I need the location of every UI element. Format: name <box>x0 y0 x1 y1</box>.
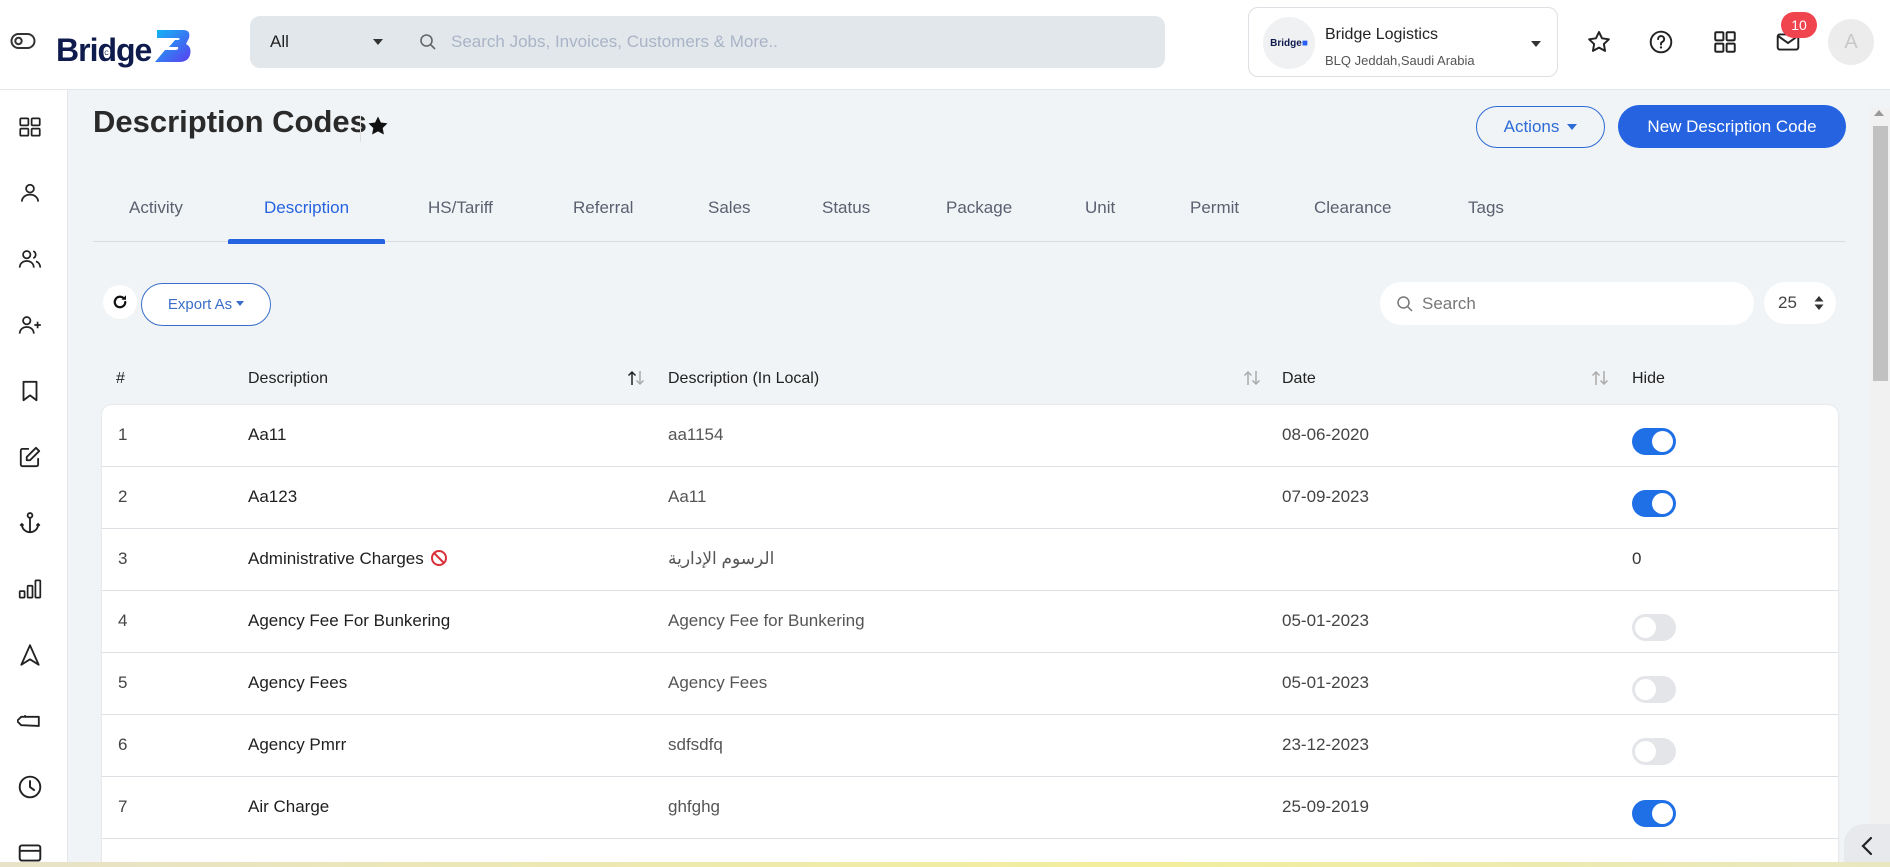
sidebar-item-users[interactable] <box>17 246 43 272</box>
top-bar: Bridge LCS All Bridge■ Bridge Logistics … <box>0 0 1890 90</box>
collapse-panel-button[interactable] <box>1844 824 1890 867</box>
refresh-button[interactable] <box>103 285 137 319</box>
table-row[interactable]: 6 Agency Pmrr sdfsdfq 23-12-2023 <box>102 715 1838 777</box>
company-location: BLQ Jeddah,Saudi Arabia <box>1325 53 1475 68</box>
refresh-icon <box>113 295 127 309</box>
sidebar-item-tracking[interactable] <box>17 642 43 668</box>
page-size-select[interactable]: 25 <box>1764 282 1836 324</box>
user-icon <box>21 183 39 202</box>
chevron-down-icon <box>373 39 383 45</box>
sidebar-item-marine[interactable] <box>17 510 43 536</box>
hide-toggle[interactable] <box>1632 490 1676 517</box>
tab-permit[interactable]: Permit <box>1190 186 1239 242</box>
hide-toggle[interactable] <box>1632 676 1676 703</box>
navigation-icon <box>20 644 40 666</box>
tag-icon <box>17 715 40 727</box>
search-scope-select[interactable]: All <box>250 16 405 68</box>
tab-package[interactable]: Package <box>946 186 1012 242</box>
company-switcher[interactable]: Bridge ■ Bridge Logistics BLQ Jeddah,Saud… <box>1248 7 1558 77</box>
chevron-left-icon <box>1861 836 1873 855</box>
sidebar-toggle-icon[interactable] <box>10 30 36 52</box>
hide-toggle[interactable] <box>1632 800 1676 827</box>
search-icon <box>420 34 436 50</box>
clock-icon <box>18 775 42 799</box>
bookmark-icon <box>22 380 38 402</box>
tab-activity[interactable]: Activity <box>129 186 183 242</box>
user-add-icon <box>18 316 41 334</box>
chevron-down-icon <box>1567 124 1578 130</box>
sort-icon[interactable] <box>626 369 646 387</box>
global-search-input[interactable] <box>451 32 1051 52</box>
notification-badge: 10 <box>1781 12 1817 38</box>
sort-icon[interactable] <box>1590 369 1610 387</box>
table-body: 1 Aa11 aa1154 08-06-2020 2 Aa123 Aa11 07… <box>102 405 1838 867</box>
hide-toggle[interactable] <box>1632 614 1676 641</box>
favorite-star-icon[interactable] <box>366 114 390 138</box>
favorites-star-icon[interactable] <box>1586 29 1612 55</box>
bar-chart-icon <box>18 579 42 599</box>
column-header-description[interactable]: Description <box>248 370 328 388</box>
avatar[interactable]: A <box>1828 19 1874 65</box>
blocked-icon <box>430 550 447 566</box>
hide-toggle[interactable] <box>1632 738 1676 765</box>
table-search-input[interactable] <box>1422 293 1722 314</box>
help-icon[interactable] <box>1648 29 1674 55</box>
anchor-icon <box>19 512 41 534</box>
chevron-down-icon <box>236 301 245 306</box>
sort-arrows-icon <box>1814 296 1824 310</box>
tab-referral[interactable]: Referral <box>573 186 633 242</box>
sort-icon[interactable] <box>1242 369 1262 387</box>
bottom-strip <box>0 862 1890 867</box>
column-header-hide: Hide <box>1632 370 1665 387</box>
tab-description[interactable]: Description <box>227 186 386 244</box>
scroll-up-arrow-icon[interactable] <box>1874 110 1884 116</box>
new-description-code-button[interactable]: New Description Code <box>1618 105 1846 148</box>
table-row[interactable]: 3 Administrative Charges الرسوم الإدارية… <box>102 529 1838 591</box>
column-header-num: # <box>116 370 125 387</box>
sidebar-item-dashboard[interactable] <box>17 114 43 140</box>
table-row[interactable]: 2 Aa123 Aa11 07-09-2023 <box>102 467 1838 529</box>
search-icon <box>1397 295 1413 312</box>
page-title: Description Codes <box>93 104 367 139</box>
column-header-description-local[interactable]: Description (In Local) <box>668 370 819 388</box>
column-header-date[interactable]: Date <box>1282 370 1316 388</box>
tab-tags[interactable]: Tags <box>1468 186 1504 242</box>
logo-mark-icon <box>155 30 191 62</box>
table-header: # Description Description (In Local) Dat… <box>102 366 1838 404</box>
sidebar-item-user[interactable] <box>17 180 43 206</box>
company-name: Bridge Logistics <box>1325 26 1438 43</box>
tab-hs-tariff[interactable]: HS/Tariff <box>428 186 493 242</box>
scrollbar-thumb[interactable] <box>1873 126 1888 381</box>
dashboard-icon <box>19 117 41 137</box>
apps-grid-icon[interactable] <box>1712 29 1738 55</box>
table-row[interactable]: 5 Agency Fees Agency Fees 05-01-2023 <box>102 653 1838 715</box>
table-row[interactable]: 4 Agency Fee For Bunkering Agency Fee fo… <box>102 591 1838 653</box>
table-row[interactable]: 7 Air Charge ghfghg 25-09-2019 <box>102 777 1838 839</box>
tabs: Activity Description HS/Tariff Referral … <box>93 186 1845 244</box>
hide-toggle[interactable] <box>1632 428 1676 455</box>
table-row[interactable]: 1 Aa11 aa1154 08-06-2020 <box>102 405 1838 467</box>
global-search[interactable] <box>405 16 1165 68</box>
sidebar-item-edit[interactable] <box>17 444 43 470</box>
sidebar-item-reports[interactable] <box>17 576 43 602</box>
tab-sales[interactable]: Sales <box>708 186 751 242</box>
users-icon <box>18 250 42 268</box>
table-search[interactable] <box>1380 282 1754 325</box>
sidebar <box>0 90 68 867</box>
sidebar-item-history[interactable] <box>17 774 43 800</box>
chevron-down-icon <box>1531 41 1541 47</box>
bridge-logo[interactable]: Bridge <box>56 20 193 66</box>
sidebar-item-tags[interactable] <box>17 708 43 734</box>
tab-status[interactable]: Status <box>822 186 870 242</box>
sidebar-item-bookmarks[interactable] <box>17 378 43 404</box>
tab-clearance[interactable]: Clearance <box>1314 186 1392 242</box>
sidebar-item-add-user[interactable] <box>17 312 43 338</box>
edit-icon <box>19 446 41 468</box>
actions-button[interactable]: Actions <box>1476 106 1605 148</box>
tab-unit[interactable]: Unit <box>1085 186 1115 242</box>
company-logo: Bridge ■ <box>1263 17 1315 69</box>
export-as-button[interactable]: Export As <box>141 283 271 326</box>
title-divider <box>360 116 361 142</box>
